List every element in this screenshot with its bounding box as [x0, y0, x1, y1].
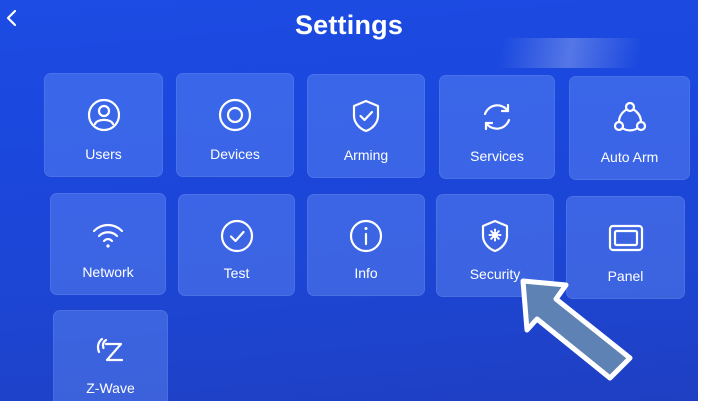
page-title: Settings: [294, 10, 404, 40]
services-sync-icon: [477, 97, 517, 137]
tile-arming[interactable]: Arming: [307, 74, 425, 178]
tile-label: Security: [469, 266, 521, 282]
wifi-icon: [88, 215, 128, 255]
tile-test[interactable]: Test: [178, 194, 295, 296]
tile-users[interactable]: Users: [44, 73, 163, 177]
tile-services[interactable]: Services: [439, 75, 555, 179]
tile-auto-arm[interactable]: Auto Arm: [569, 76, 690, 180]
tile-z-wave[interactable]: Z-Wave: [53, 310, 168, 401]
devices-icon: [215, 95, 255, 135]
tile-label: Devices: [210, 146, 260, 162]
tile-label: Test: [223, 265, 250, 281]
info-icon: [346, 216, 386, 256]
users-icon: [84, 95, 124, 135]
tile-label: Arming: [343, 147, 389, 163]
settings-screen: Settings Users Devices Arming Services A…: [0, 0, 698, 401]
security-shield-gear-icon: [475, 216, 515, 256]
auto-arm-icon: [610, 98, 650, 138]
tile-network[interactable]: Network: [50, 193, 166, 295]
tile-info[interactable]: Info: [307, 194, 425, 296]
tile-label: Z-Wave: [86, 380, 135, 396]
tile-label: Auto Arm: [600, 149, 659, 165]
panel-icon: [606, 218, 646, 258]
tile-label: Services: [470, 148, 524, 164]
z-wave-icon: [91, 330, 131, 370]
tile-security[interactable]: Security: [436, 194, 554, 297]
tile-label: Network: [82, 264, 134, 280]
tile-devices[interactable]: Devices: [176, 73, 294, 177]
check-circle-icon: [217, 216, 257, 256]
arming-shield-icon: [346, 96, 386, 136]
tile-label: Info: [354, 265, 378, 281]
tile-label: Users: [85, 146, 122, 162]
tile-label: Panel: [607, 268, 644, 284]
tile-panel[interactable]: Panel: [566, 196, 685, 299]
